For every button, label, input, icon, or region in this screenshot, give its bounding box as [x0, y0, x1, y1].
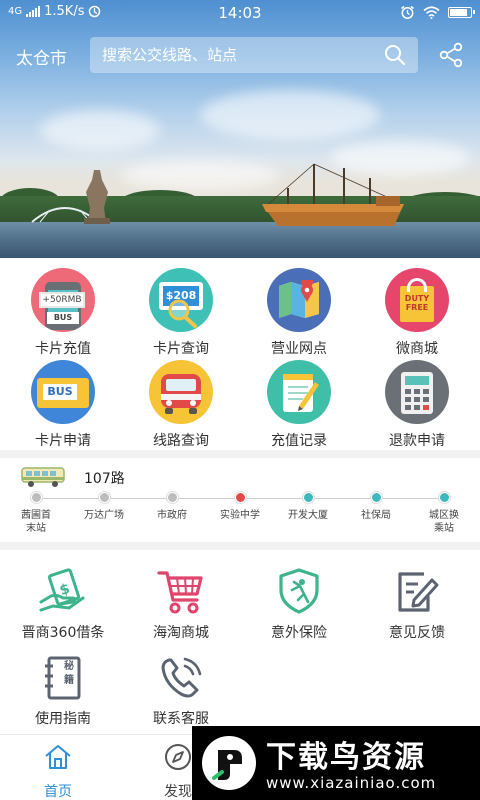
card-query-button[interactable]: $208 卡片查询	[121, 268, 241, 358]
bus-card-icon: BUS	[31, 360, 95, 424]
card-recharge-button[interactable]: +50RMB BUS 卡片充值	[3, 268, 123, 358]
share-icon[interactable]	[438, 42, 464, 68]
mini-mall-label: 微商城	[396, 341, 438, 357]
recharge-records-button[interactable]: 充值记录	[239, 360, 359, 450]
stop-dot	[234, 492, 246, 503]
bus-icon	[21, 467, 65, 487]
card-apply-button[interactable]: BUS 卡片申请	[3, 360, 123, 450]
recharge-bus-label: BUS	[47, 312, 79, 324]
card-recharge-icon: +50RMB BUS	[31, 268, 95, 332]
outlets-button[interactable]: 营业网点	[239, 268, 359, 358]
services-panel: $ 晋商360借条 海淘商城 意外保险 意见反馈 秘籍 使用指南 联系客服	[0, 550, 480, 734]
watermark-text: 下载鸟资源	[266, 740, 426, 775]
phone-icon	[161, 657, 202, 698]
overseas-mall-label: 海淘商城	[153, 625, 209, 641]
wifi-icon	[423, 6, 440, 19]
customer-service-button[interactable]: 联系客服	[121, 654, 241, 728]
search-box[interactable]	[90, 37, 418, 73]
route-query-button[interactable]: 线路查询	[121, 360, 241, 450]
feedback-edit-icon	[398, 572, 439, 612]
ship-illustration	[262, 163, 404, 226]
search-input[interactable]	[102, 37, 372, 73]
stop-dot	[30, 492, 42, 503]
recharge-records-label: 充值记录	[271, 433, 327, 449]
statue-illustration	[84, 170, 110, 224]
alarm-icon	[401, 5, 414, 19]
route-stop[interactable]: 茜圃首 末站	[6, 492, 66, 535]
route-panel[interactable]: 107路 茜圃首 末站 万达广场 市政府 实验中学 开发大厦 社保局 城区换 乘站	[0, 458, 480, 542]
quick-actions-panel: +50RMB BUS 卡片充值 $208 卡片查询 营业网点 DUTY FREE…	[0, 258, 480, 450]
user-guide-label: 使用指南	[35, 711, 91, 727]
shopping-bag-icon: DUTY FREE	[385, 268, 449, 332]
stop-dot	[166, 492, 178, 503]
stop-name: 城区换 乘站	[429, 510, 459, 534]
stop-name: 茜圃首 末站	[21, 510, 51, 534]
refund-request-button[interactable]: 退款申请	[357, 360, 477, 450]
bird-logo-icon	[202, 736, 256, 790]
refund-request-label: 退款申请	[389, 433, 445, 449]
feedback-button[interactable]: 意见反馈	[357, 568, 477, 642]
guide-book-text: 秘籍	[64, 661, 74, 686]
stop-name: 万达广场	[84, 510, 124, 521]
route-stop[interactable]: 开发大厦	[278, 492, 338, 522]
tab-home[interactable]: 首页	[18, 743, 98, 800]
card-query-label: 卡片查询	[153, 341, 209, 357]
route-stop[interactable]: 实验中学	[210, 492, 270, 522]
duty-free-label: DUTY FREE	[404, 294, 430, 312]
stop-name: 实验中学	[220, 510, 260, 521]
overseas-mall-button[interactable]: 海淘商城	[121, 568, 241, 642]
stop-dot	[302, 492, 314, 503]
card-recharge-label: 卡片充值	[35, 341, 91, 357]
stop-dot	[438, 492, 450, 503]
city-selector[interactable]: 太仓市	[16, 44, 67, 69]
top-bar: 太仓市	[0, 34, 480, 78]
route-name: 107路	[84, 471, 125, 487]
user-guide-button[interactable]: 秘籍 使用指南	[3, 654, 123, 728]
watermark: 下载鸟资源 www.xiazainiao.com	[192, 726, 480, 800]
feedback-label: 意见反馈	[389, 625, 445, 641]
loan-service-button[interactable]: $ 晋商360借条	[3, 568, 123, 642]
route-stop[interactable]: 市政府	[142, 492, 202, 522]
home-icon	[45, 745, 71, 769]
watermark-url: www.xiazainiao.com	[266, 774, 437, 792]
accident-insurance-label: 意外保险	[271, 625, 327, 641]
search-icon[interactable]	[384, 44, 406, 66]
recharge-amount: +50RMB	[39, 292, 85, 308]
notepad-icon	[267, 360, 331, 424]
loan-service-label: 晋商360借条	[21, 625, 105, 641]
shopping-cart-icon	[157, 571, 203, 614]
apply-bus-label: BUS	[43, 384, 77, 400]
money-hand-icon: $	[39, 568, 85, 612]
customer-service-label: 联系客服	[153, 711, 209, 727]
accident-insurance-button[interactable]: 意外保险	[239, 568, 359, 642]
route-stop[interactable]: 万达广场	[74, 492, 134, 522]
route-query-label: 线路查询	[153, 433, 209, 449]
compass-icon	[165, 744, 191, 770]
map-outlet-icon	[267, 268, 331, 332]
bus-front-icon	[149, 360, 213, 424]
hero-banner[interactable]: 4G 1.5K/s 14:03 太仓市 搜索公交线路、站点	[0, 0, 480, 258]
shield-icon	[279, 568, 319, 614]
mini-mall-button[interactable]: DUTY FREE 微商城	[357, 268, 477, 358]
battery-icon	[448, 7, 475, 18]
outlets-label: 营业网点	[271, 341, 327, 357]
route-stop[interactable]: 社保局	[346, 492, 406, 522]
card-query-icon: $208	[149, 268, 213, 332]
stop-name: 市政府	[157, 510, 187, 521]
status-bar: 4G 1.5K/s 14:03	[0, 0, 480, 26]
card-apply-label: 卡片申请	[35, 433, 91, 449]
stop-dot	[370, 492, 382, 503]
tab-home-label: 首页	[44, 784, 72, 800]
stop-name: 社保局	[361, 510, 391, 521]
route-stop[interactable]: 城区换 乘站	[414, 492, 474, 535]
stop-name: 开发大厦	[288, 510, 328, 521]
stop-dot	[98, 492, 110, 503]
calculator-icon	[385, 360, 449, 424]
